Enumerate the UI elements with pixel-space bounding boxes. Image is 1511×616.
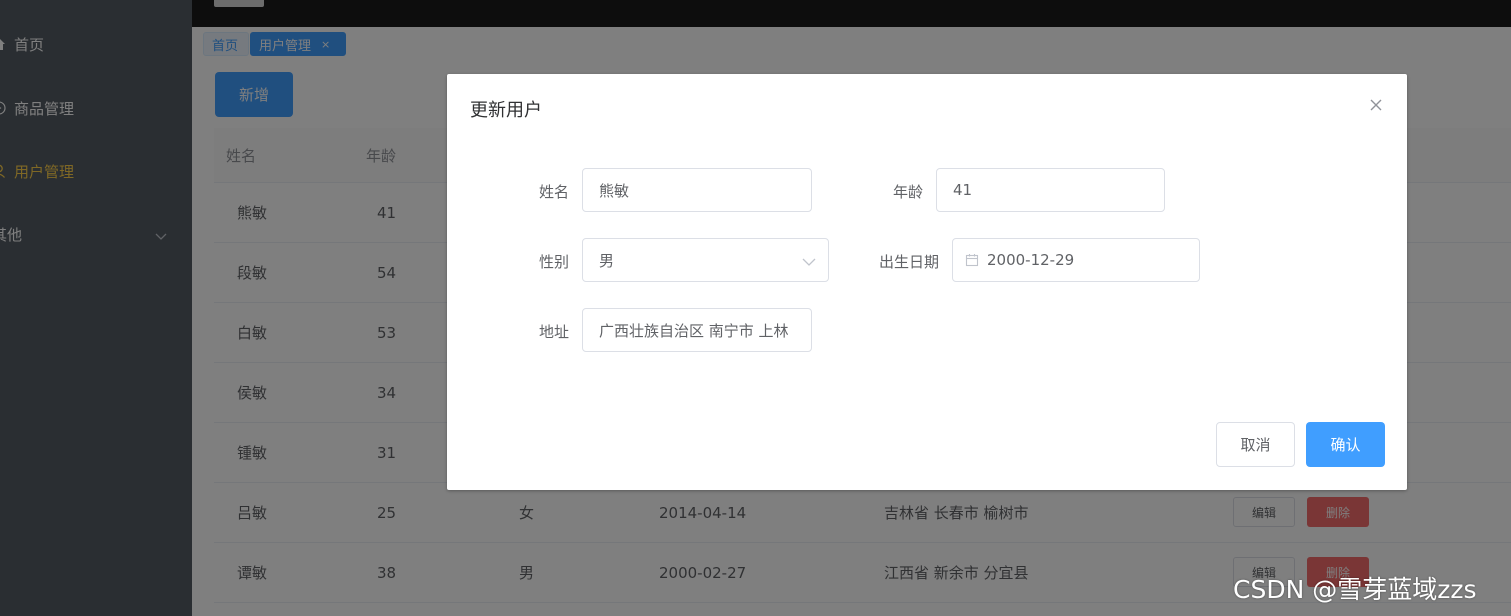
sex-select-value: 男 <box>599 251 615 270</box>
birth-date-picker[interactable]: 2000-12-29 <box>952 238 1200 282</box>
chevron-down-icon <box>802 253 816 271</box>
address-field[interactable]: 广西壮族自治区 南宁市 上林 <box>582 308 812 352</box>
calendar-icon <box>965 253 979 267</box>
close-icon[interactable] <box>1367 96 1385 114</box>
age-field[interactable]: 41 <box>936 168 1165 212</box>
dialog-title: 更新用户 <box>470 100 542 121</box>
name-field[interactable]: 熊敏 <box>582 168 812 212</box>
sex-select[interactable]: 男 <box>582 238 829 282</box>
cancel-button[interactable]: 取消 <box>1216 422 1295 467</box>
name-label: 姓名 <box>538 183 569 201</box>
sex-label: 性别 <box>538 253 569 271</box>
birth-label: 出生日期 <box>878 253 939 271</box>
update-user-dialog: 更新用户 姓名 熊敏 年龄 41 性别 男 出生日期 2000-12-29 地址… <box>447 74 1407 490</box>
birth-date-value: 2000-12-29 <box>987 251 1075 269</box>
confirm-button[interactable]: 确认 <box>1306 422 1385 467</box>
watermark: CSDN @雪芽蓝域zzs <box>1233 575 1477 604</box>
address-label: 地址 <box>538 323 569 341</box>
age-label: 年龄 <box>892 183 923 201</box>
